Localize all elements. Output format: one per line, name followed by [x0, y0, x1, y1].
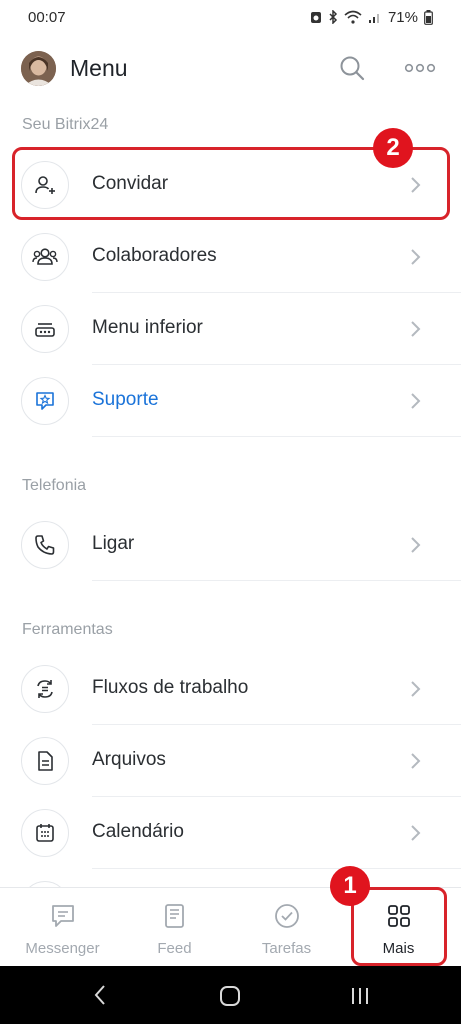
wifi-icon [344, 10, 362, 24]
nav-messenger[interactable]: Messenger [5, 888, 120, 967]
more-dots-icon[interactable] [404, 58, 436, 78]
menu-item-label: Colaboradores [92, 245, 217, 266]
menu-item-suporte[interactable]: Suporte [0, 365, 461, 437]
nav-feed[interactable]: Feed [117, 888, 232, 967]
menu-item-label: Fluxos de trabalho [92, 677, 249, 698]
chevron-right-icon [411, 393, 421, 409]
back-icon[interactable] [92, 984, 108, 1006]
chat-icon [51, 905, 74, 927]
annotation-badge-2: 2 [373, 128, 413, 168]
alarm-icon [310, 12, 321, 23]
workflow-icon [21, 665, 69, 713]
status-time: 00:07 [28, 8, 66, 26]
nav-label: Messenger [25, 940, 100, 957]
avatar[interactable] [21, 50, 56, 86]
app-header: Menu [0, 44, 461, 92]
section-title-seu-bitrix24: Seu Bitrix24 [22, 116, 109, 133]
status-icons: 71% [310, 9, 433, 26]
home-icon[interactable] [219, 985, 241, 1007]
menu-item-calendario[interactable]: Calendário [0, 797, 461, 869]
chevron-right-icon [411, 825, 421, 841]
phone-icon [21, 521, 69, 569]
highlight-box-mais [351, 887, 447, 966]
nav-label: Feed [157, 940, 192, 957]
section-title-telefonia: Telefonia [22, 477, 87, 494]
nav-tarefas[interactable]: Tarefas [229, 888, 344, 967]
menu-item-colaboradores[interactable]: Colaboradores [0, 221, 461, 293]
chevron-right-icon [411, 753, 421, 769]
system-nav-bar [0, 966, 461, 1024]
search-icon[interactable] [338, 54, 366, 82]
menu-item-label: Ligar [92, 533, 135, 554]
recent-apps-icon[interactable] [349, 985, 371, 1007]
battery-percent: 71% [387, 8, 418, 26]
bluetooth-icon [329, 10, 338, 24]
calendar-icon [21, 809, 69, 857]
menu-item-label: Suporte [92, 389, 159, 410]
chevron-right-icon [411, 537, 421, 553]
menu-item-label: Calendário [92, 821, 184, 842]
support-chat-icon [21, 377, 69, 425]
nav-label: Tarefas [261, 940, 312, 957]
feed-icon [164, 904, 184, 928]
section-title-ferramentas: Ferramentas [22, 621, 113, 638]
chevron-right-icon [411, 681, 421, 697]
page-title: Menu [70, 54, 128, 81]
menu-item-partial [0, 869, 461, 887]
status-bar: 00:07 71% [0, 0, 461, 34]
file-icon [21, 737, 69, 785]
menu-item-label: Arquivos [92, 749, 166, 770]
menu-item-arquivos[interactable]: Arquivos [0, 725, 461, 797]
menu-item-label: Menu inferior [92, 317, 203, 338]
menu-item-fluxos-de-trabalho[interactable]: Fluxos de trabalho [0, 653, 461, 725]
chevron-right-icon [411, 321, 421, 337]
divider [92, 580, 461, 581]
divider [92, 436, 461, 437]
annotation-badge-1: 1 [330, 866, 370, 906]
group-icon [21, 233, 69, 281]
menu-item-menu-inferior[interactable]: Menu inferior [0, 293, 461, 365]
chevron-right-icon [411, 249, 421, 265]
signal-icon [368, 14, 379, 23]
menu-bar-icon [21, 305, 69, 353]
menu-item-ligar[interactable]: Ligar [0, 509, 461, 581]
check-circle-icon [274, 904, 299, 928]
battery-icon [424, 9, 433, 25]
